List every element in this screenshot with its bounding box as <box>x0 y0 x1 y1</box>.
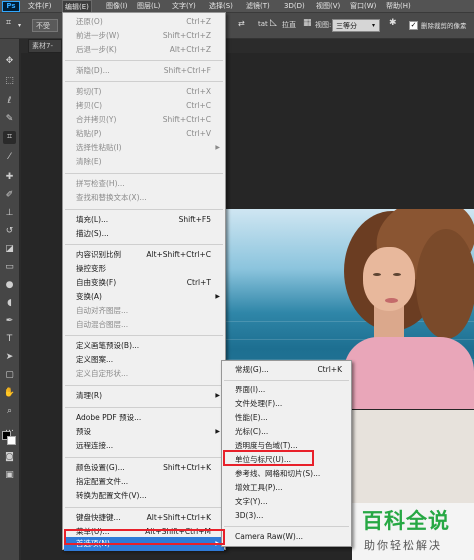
submenu-item-performance[interactable]: 性能(E)... <box>223 411 350 425</box>
gradient-tool-icon[interactable]: ▭ <box>3 261 16 274</box>
watermark-subtitle: 助你轻松解决 <box>364 539 442 552</box>
menu-item-adobe-pdf-presets[interactable]: Adobe PDF 预设... <box>64 411 224 425</box>
delete-cropped-label: 删除裁剪的像素 <box>421 22 467 30</box>
menu-item-define-brush[interactable]: 定义画笔预设(B)... <box>64 339 224 353</box>
healing-brush-icon[interactable]: ✚ <box>3 171 16 184</box>
menu-item-define-pattern[interactable]: 定义图案... <box>64 353 224 367</box>
swap-icon[interactable]: ⇄ <box>238 19 245 28</box>
quick-select-tool-icon[interactable]: ✎ <box>3 113 16 126</box>
menu-item-fill[interactable]: 填充(L)... Shift+F5 <box>64 213 224 227</box>
eyedropper-tool-icon[interactable]: ⁄ <box>3 151 16 164</box>
lasso-tool-icon[interactable]: ℓ <box>3 95 16 108</box>
menu-3d[interactable]: 3D(D) <box>284 0 305 13</box>
hand-tool-icon[interactable]: ✋ <box>3 387 16 400</box>
menu-filter[interactable]: 滤镜(T) <box>246 0 270 13</box>
document-tab[interactable]: 素材7- <box>28 39 62 53</box>
menu-item-cut[interactable]: 剪切(T) Ctrl+X <box>64 85 224 99</box>
menu-file[interactable]: 文件(F) <box>28 0 52 13</box>
menu-item-stroke[interactable]: 描边(S)... <box>64 227 224 241</box>
menu-item-free-transform[interactable]: 自由变换(F) Ctrl+T <box>64 276 224 290</box>
dodge-tool-icon[interactable]: ◖ <box>3 297 16 310</box>
submenu-item-file-handling[interactable]: 文件处理(F)... <box>223 397 350 411</box>
chevron-down-icon[interactable]: ▾ <box>18 22 21 29</box>
menu-item-paste-special[interactable]: 选择性粘贴(I) ▶ <box>64 141 224 155</box>
marquee-tool-icon[interactable]: ⬚ <box>3 75 16 88</box>
chevron-down-icon[interactable]: ▾ <box>372 22 375 29</box>
view-label: 视图: <box>315 21 332 29</box>
grid-icon: ▦ <box>303 18 312 28</box>
menu-item-remote-connections[interactable]: 远程连接... <box>64 439 224 453</box>
submenu-item-general[interactable]: 常规(G)... Ctrl+K <box>223 363 350 377</box>
type-tool-icon[interactable]: T <box>3 333 16 346</box>
watermark-logo-text: 百科全说 <box>362 509 450 533</box>
menu-item-content-aware-scale[interactable]: 内容识别比例 Alt+Shift+Ctrl+C <box>64 248 224 262</box>
menu-item-step-forward[interactable]: 前进一步(W) Shift+Ctrl+Z <box>64 29 224 43</box>
tools-panel: ✥ ⬚ ℓ ✎ ⌗ ⁄ ✚ ✐ ⊥ ↺ ◪ ▭ ● ◖ ✒ T ➤ ▢ ✋ ⌕ … <box>0 39 20 560</box>
chevron-right-icon: ▶ <box>215 293 220 300</box>
highlight-box-units-rulers <box>223 450 314 466</box>
crop-tool-icon[interactable]: ⌗ <box>3 131 16 144</box>
move-tool-icon[interactable]: ✥ <box>3 55 16 68</box>
gear-icon[interactable]: ✱ <box>389 18 397 28</box>
submenu-item-interface[interactable]: 界面(I)... <box>223 383 350 397</box>
menu-window[interactable]: 窗口(W) <box>350 0 376 13</box>
history-brush-icon[interactable]: ↺ <box>3 225 16 238</box>
menu-item-find-replace[interactable]: 查找和替换文本(X)... <box>64 191 224 205</box>
eraser-tool-icon[interactable]: ◪ <box>3 243 16 256</box>
menu-item-keyboard-shortcuts[interactable]: 键盘快捷键... Alt+Shift+Ctrl+K <box>64 511 224 525</box>
submenu-item-plugins[interactable]: 增效工具(P)... <box>223 481 350 495</box>
chevron-right-icon: ▶ <box>215 392 220 399</box>
menu-item-fade[interactable]: 渐隐(D)... Shift+Ctrl+F <box>64 64 224 78</box>
menu-item-convert-profile[interactable]: 转换为配置文件(V)... <box>64 489 224 503</box>
menu-item-copy[interactable]: 拷贝(C) Ctrl+C <box>64 99 224 113</box>
menu-item-transform[interactable]: 变换(A) ▶ <box>64 290 224 304</box>
crop-tool-icon[interactable]: ⌗ <box>6 18 11 28</box>
submenu-item-3d[interactable]: 3D(3)... <box>223 509 350 523</box>
submenu-item-guides-grid[interactable]: 参考线、网格和切片(S)... <box>223 467 350 481</box>
ratio-select[interactable]: 不受 <box>32 19 58 32</box>
straighten-label: 拉直 <box>282 21 296 29</box>
menu-item-check-spelling[interactable]: 拼写检查(H)... <box>64 177 224 191</box>
straighten-icon[interactable]: ◺ <box>270 18 277 28</box>
menu-item-presets[interactable]: 预设 ▶ <box>64 425 224 439</box>
menu-item-auto-blend-layers[interactable]: 自动混合图层... <box>64 318 224 332</box>
menu-item-color-settings[interactable]: 颜色设置(G)... Shift+Ctrl+K <box>64 461 224 475</box>
menu-item-auto-align-layers[interactable]: 自动对齐图层... <box>64 304 224 318</box>
menu-item-undo[interactable]: 还原(O) Ctrl+Z <box>64 15 224 29</box>
background-color-swatch[interactable] <box>7 436 16 445</box>
screen-mode-icon[interactable]: ▣ <box>3 469 16 482</box>
highlight-box-preferences <box>64 529 225 545</box>
menu-item-puppet-warp[interactable]: 操控变形 <box>64 262 224 276</box>
menu-view[interactable]: 视图(V) <box>316 0 340 13</box>
quick-mask-icon[interactable]: ◙ <box>3 451 16 464</box>
menu-item-define-custom-shape[interactable]: 定义自定形状... <box>64 367 224 381</box>
path-select-icon[interactable]: ➤ <box>3 351 16 364</box>
brush-tool-icon[interactable]: ✐ <box>3 189 16 202</box>
menu-item-clear[interactable]: 清除(E) <box>64 155 224 169</box>
menu-item-purge[interactable]: 清理(R) ▶ <box>64 389 224 403</box>
submenu-item-type[interactable]: 文字(Y)... <box>223 495 350 509</box>
pen-tool-icon[interactable]: ✒ <box>3 315 16 328</box>
delete-cropped-checkbox[interactable]: ✓ <box>409 21 418 30</box>
chevron-right-icon: ▶ <box>215 144 220 151</box>
menu-item-assign-profile[interactable]: 指定配置文件... <box>64 475 224 489</box>
menu-item-step-backward[interactable]: 后退一步(K) Alt+Ctrl+Z <box>64 43 224 57</box>
clone-stamp-icon[interactable]: ⊥ <box>3 207 16 220</box>
shape-tool-icon[interactable]: ▢ <box>3 369 16 382</box>
clear-button[interactable]: tat <box>258 20 268 28</box>
watermark: 百科全说 助你轻松解决 <box>352 503 474 560</box>
submenu-item-cursors[interactable]: 光标(C)... <box>223 425 350 439</box>
menu-item-copy-merged[interactable]: 合并拷贝(Y) Shift+Ctrl+C <box>64 113 224 127</box>
chevron-right-icon: ▶ <box>215 428 220 435</box>
photoshop-logo: Ps <box>2 1 20 12</box>
submenu-item-camera-raw[interactable]: Camera Raw(W)... <box>223 530 350 544</box>
menu-help[interactable]: 帮助(H) <box>386 0 411 13</box>
menu-item-paste[interactable]: 粘贴(P) Ctrl+V <box>64 127 224 141</box>
zoom-tool-icon[interactable]: ⌕ <box>3 405 16 418</box>
edit-menu: 还原(O) Ctrl+Z 前进一步(W) Shift+Ctrl+Z 后退一步(K) A… <box>62 12 226 551</box>
blur-tool-icon[interactable]: ● <box>3 279 16 292</box>
